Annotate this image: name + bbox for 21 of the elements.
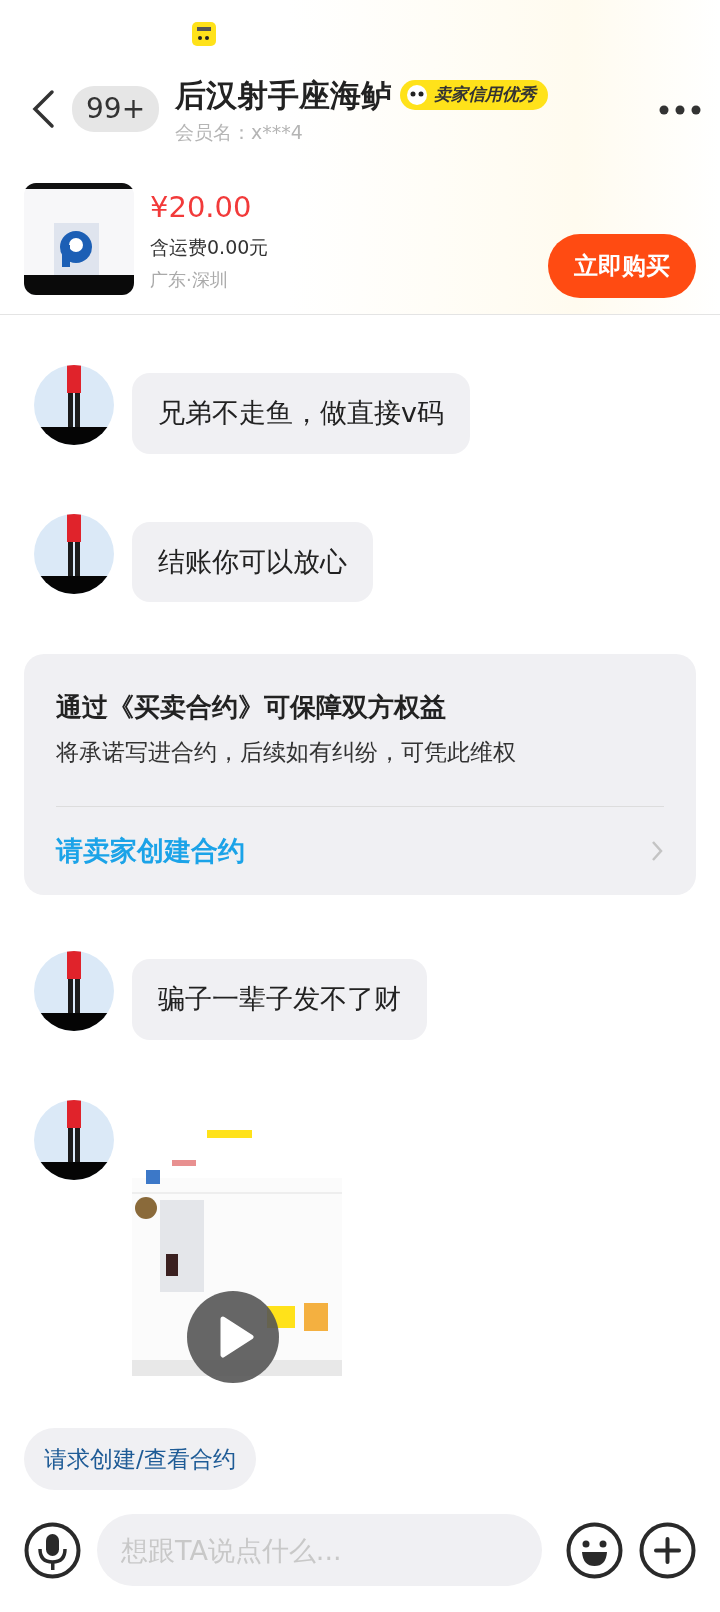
shipping-fee: 含运费0.00元	[150, 235, 269, 260]
add-button[interactable]	[639, 1521, 696, 1579]
voice-button[interactable]	[24, 1521, 81, 1579]
play-button[interactable]	[187, 1290, 279, 1383]
location: 广东·深圳	[150, 267, 229, 292]
contract-request-chip[interactable]: 请求创建/查看合约	[24, 1427, 256, 1490]
unread-count: 99+	[72, 86, 160, 132]
create-contract-link[interactable]: 请卖家创建合约	[56, 806, 664, 895]
credit-badge: 卖家信用优秀	[400, 80, 549, 110]
message-bubble: 兄弟不走鱼，做直接v码	[132, 373, 470, 454]
app-icon	[192, 22, 216, 46]
message-bubble: 结账你可以放心	[132, 521, 373, 602]
message-bubble: 骗子一辈子发不了财	[132, 959, 427, 1040]
contract-description: 将承诺写进合约，后续如有纠纷，可凭此维权	[56, 735, 664, 807]
contract-title: 通过《买卖合约》可保障双方权益	[56, 691, 447, 724]
price: ¥20.00	[150, 188, 253, 226]
member-name: 会员名：x***4	[175, 120, 304, 145]
buy-button[interactable]: 立即购买	[548, 234, 696, 298]
emoji-button[interactable]	[566, 1521, 623, 1579]
seller-name: 后汉射手座海鲈	[175, 75, 393, 115]
back-button[interactable]	[30, 89, 56, 129]
